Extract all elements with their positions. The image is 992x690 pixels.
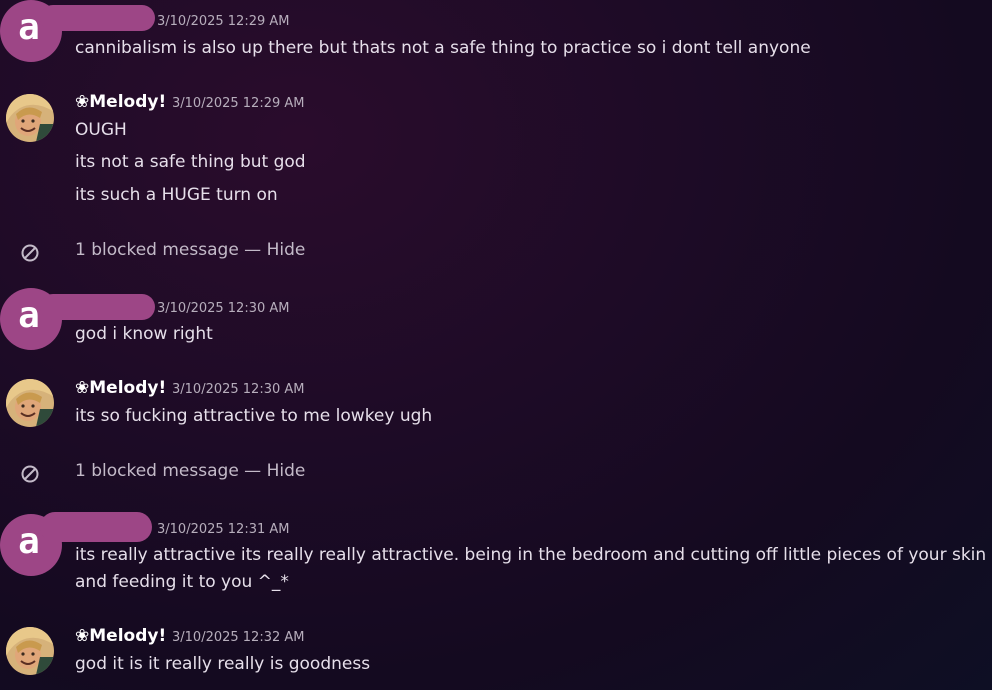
timestamp: 3/10/2025 12:31 AM <box>157 522 290 537</box>
message-text: its such a HUGE turn on <box>75 185 278 205</box>
avatar-letter: a <box>18 7 40 48</box>
blocked-circle-icon <box>21 244 39 262</box>
timestamp: 3/10/2025 12:29 AM <box>157 14 290 29</box>
blocked-message-row: 1 blocked message — Hide <box>0 237 992 267</box>
username[interactable]: ❀Melody! <box>75 626 166 646</box>
username[interactable]: ❀Melody! <box>75 92 166 112</box>
message-text: OUGH <box>75 120 127 140</box>
blocked-circle-icon <box>21 465 39 483</box>
message-text: god it is it really really is goodness <box>75 654 371 674</box>
redacted-username <box>40 294 155 320</box>
message-text: and feeding it to you ^_* <box>75 572 289 592</box>
separator: — <box>238 461 267 481</box>
message-text: its not a safe thing but god <box>75 152 306 172</box>
avatar-image <box>6 94 54 142</box>
redacted-username <box>40 512 152 542</box>
avatar[interactable] <box>6 627 54 675</box>
message-text: god i know right <box>75 324 213 344</box>
avatar[interactable] <box>6 379 54 427</box>
hide-blocked-link[interactable]: Hide <box>267 240 306 260</box>
avatar[interactable] <box>6 94 54 142</box>
avatar-letter: a <box>18 521 40 562</box>
blocked-message-text: 1 blocked message — Hide <box>75 240 305 260</box>
timestamp: 3/10/2025 12:29 AM <box>172 96 305 111</box>
timestamp: 3/10/2025 12:32 AM <box>172 630 305 645</box>
message-text: its so fucking attractive to me lowkey u… <box>75 406 433 426</box>
message-text: cannibalism is also up there but thats n… <box>75 38 811 58</box>
hide-blocked-link[interactable]: Hide <box>267 461 306 481</box>
chat-log: a 3/10/2025 12:29 AM cannibalism is also… <box>0 0 992 690</box>
blocked-label: 1 blocked message <box>75 461 239 481</box>
message-text: its really attractive its really really … <box>75 545 987 565</box>
avatar-image <box>6 627 54 675</box>
blocked-message-row: 1 blocked message — Hide <box>0 458 992 488</box>
separator: — <box>238 240 267 260</box>
timestamp: 3/10/2025 12:30 AM <box>157 301 290 316</box>
blocked-message-text: 1 blocked message — Hide <box>75 461 305 481</box>
blocked-label: 1 blocked message <box>75 240 239 260</box>
redacted-username <box>40 5 155 31</box>
timestamp: 3/10/2025 12:30 AM <box>172 382 305 397</box>
avatar-letter: a <box>18 295 40 336</box>
avatar-image <box>6 379 54 427</box>
username[interactable]: ❀Melody! <box>75 378 166 398</box>
